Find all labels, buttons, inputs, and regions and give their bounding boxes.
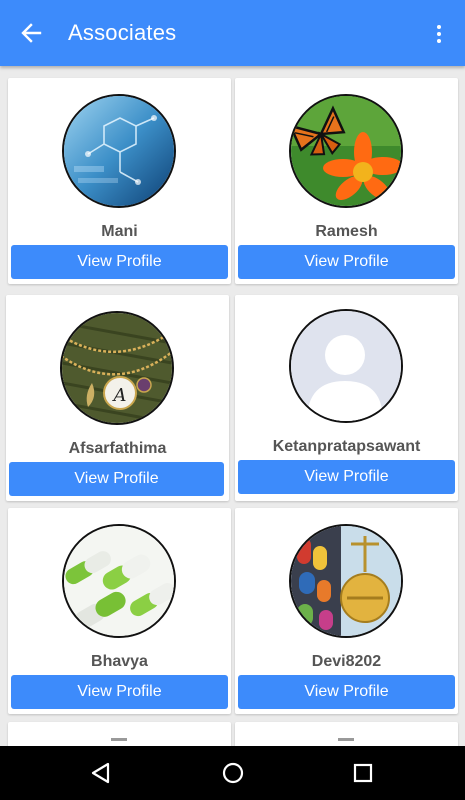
circle-home-icon — [222, 762, 244, 784]
page-title: Associates — [68, 20, 177, 45]
associate-card: Ramesh View Profile — [235, 78, 458, 284]
associate-avatar[interactable]: A — [60, 311, 174, 425]
associate-card: Devi8202 View Profile — [235, 508, 458, 714]
view-profile-button[interactable]: View Profile — [238, 675, 455, 709]
associate-avatar[interactable] — [289, 524, 403, 638]
chemistry-molecule-image — [64, 96, 174, 206]
triangle-back-icon — [91, 762, 110, 784]
square-recents-icon — [353, 763, 373, 783]
associate-name: Bhavya — [91, 653, 148, 670]
associate-name: Mani — [101, 223, 138, 240]
associate-card-partial — [235, 722, 458, 746]
associate-name: Afsarfathima — [68, 440, 167, 457]
svg-text:A: A — [112, 385, 127, 406]
associate-avatar[interactable] — [62, 94, 176, 208]
butterfly-on-flower-image — [291, 96, 401, 206]
arrow-left-icon — [21, 23, 42, 43]
associate-card: Bhavya View Profile — [8, 508, 231, 714]
associate-name: Devi8202 — [311, 653, 382, 670]
more-vert-icon — [437, 25, 441, 29]
associate-card-partial — [8, 722, 231, 746]
default-avatar-image — [291, 311, 401, 421]
nav-home-button[interactable] — [216, 756, 250, 790]
more-options-button[interactable] — [427, 20, 451, 48]
associate-avatar[interactable] — [289, 94, 403, 208]
associate-avatar-partial — [111, 738, 127, 741]
associate-name: Ketanpratapsawant — [272, 438, 421, 455]
associate-card: Ketanpratapsawant View Profile — [235, 295, 458, 501]
app-bar: Associates — [0, 0, 465, 66]
associate-avatar[interactable] — [289, 309, 403, 423]
back-button[interactable] — [17, 19, 45, 47]
system-nav-bar — [0, 746, 465, 800]
associate-card: Mani View Profile — [8, 78, 231, 284]
associate-card: A Afsarfathima View Profile — [6, 295, 229, 501]
nav-recents-button[interactable] — [346, 756, 380, 790]
green-white-capsules-image — [64, 526, 174, 636]
view-profile-button[interactable]: View Profile — [11, 675, 228, 709]
view-profile-button[interactable]: View Profile — [238, 245, 455, 279]
pills-and-scale-image — [291, 526, 401, 636]
view-profile-button[interactable]: View Profile — [11, 245, 228, 279]
associate-avatar[interactable] — [62, 524, 176, 638]
letter-pendant-necklace-image: A — [62, 313, 172, 423]
view-profile-button[interactable]: View Profile — [9, 462, 224, 496]
associates-grid[interactable]: Mani View Profile Ramesh View Profile A … — [0, 66, 465, 746]
view-profile-button[interactable]: View Profile — [238, 460, 455, 494]
associate-name: Ramesh — [315, 223, 378, 240]
nav-back-button[interactable] — [84, 756, 118, 790]
associate-avatar-partial — [338, 738, 354, 741]
